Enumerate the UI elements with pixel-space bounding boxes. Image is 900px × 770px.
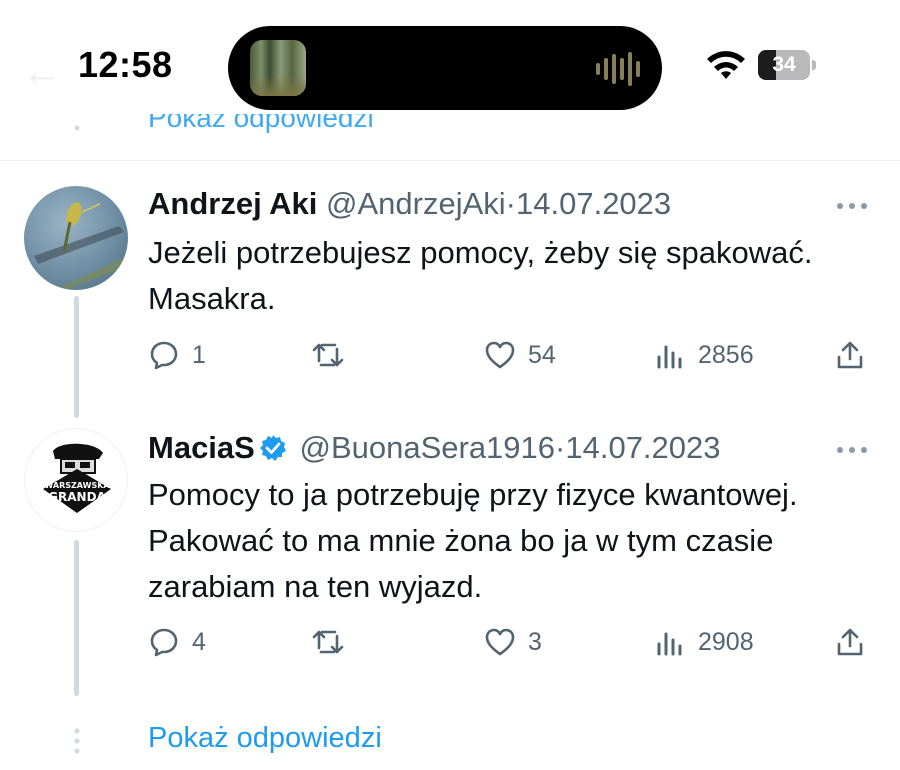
views-icon	[657, 632, 682, 656]
thread-line	[74, 296, 79, 418]
views-button[interactable]: 2908	[654, 622, 754, 662]
retweet-button[interactable]	[312, 335, 356, 375]
thread-line	[74, 540, 79, 696]
retweet-icon	[312, 630, 344, 654]
user-handle[interactable]: @AndrzejAki	[326, 186, 506, 221]
back-arrow-icon[interactable]: ←	[22, 52, 62, 92]
retweet-icon	[312, 343, 344, 367]
view-count: 2908	[698, 627, 754, 656]
more-options-icon[interactable]	[832, 200, 872, 212]
view-count: 2856	[698, 340, 754, 369]
views-icon	[657, 345, 682, 369]
avatar-andrzej-aki[interactable]	[24, 186, 128, 290]
tweet-date[interactable]: 14.07.2023	[516, 186, 671, 221]
divider	[0, 160, 900, 161]
heart-icon	[485, 341, 515, 369]
wifi-icon	[707, 51, 745, 79]
dynamic-island[interactable]	[228, 26, 662, 110]
thread-dots-icon	[74, 728, 80, 754]
status-bar: ← 12:58 34	[0, 0, 900, 112]
avatar-macias[interactable]: WARSZAWSKA GRANDA	[24, 428, 128, 532]
heart-icon	[485, 628, 515, 656]
share-icon	[837, 341, 863, 369]
thread-dots-icon	[74, 125, 80, 131]
battery-level: 34	[772, 53, 796, 76]
reply-count: 4	[192, 627, 206, 656]
retweet-button[interactable]	[312, 622, 356, 662]
now-playing-artwork	[250, 40, 306, 96]
reply-icon	[150, 628, 178, 657]
tweet-text: Pomocy to ja potrzebuję przy fizyce kwan…	[148, 477, 798, 604]
verified-badge-icon	[259, 435, 286, 461]
reply-icon	[150, 341, 178, 370]
tweet-text: Jeżeli potrzebujesz pomocy, żeby się spa…	[148, 235, 813, 316]
tweet-header: MaciaS @BuonaSera1916·14.07.2023	[148, 430, 721, 466]
status-time: 12:58	[78, 44, 173, 85]
show-replies-link[interactable]: Pokaż odpowiedzi	[148, 722, 382, 755]
separator: ·	[555, 430, 566, 465]
share-button[interactable]	[834, 622, 866, 662]
like-count: 54	[528, 340, 556, 369]
tweet-actions: 1 54 2856	[148, 335, 878, 375]
separator: ·	[505, 186, 516, 221]
user-handle[interactable]: @BuonaSera1916	[299, 430, 555, 465]
share-icon	[837, 628, 863, 656]
avatar-text-bottom: GRANDA	[48, 490, 106, 504]
tweet-header: Andrzej Aki @AndrzejAki·14.07.2023	[148, 186, 671, 222]
tweet-actions: 4 3 2908	[148, 622, 878, 662]
like-count: 3	[528, 627, 542, 656]
tweet-date[interactable]: 14.07.2023	[565, 430, 720, 465]
battery-icon: 34	[758, 50, 818, 80]
display-name[interactable]: Andrzej Aki	[148, 186, 317, 221]
share-button[interactable]	[834, 335, 866, 375]
more-options-icon[interactable]	[832, 444, 872, 456]
display-name[interactable]: MaciaS	[148, 430, 255, 465]
views-button[interactable]: 2856	[654, 335, 754, 375]
reply-count: 1	[192, 340, 206, 369]
reply-button[interactable]: 1	[148, 335, 206, 375]
reply-button[interactable]: 4	[148, 622, 206, 662]
like-button[interactable]: 3	[484, 622, 542, 662]
audio-wave-icon	[596, 52, 640, 86]
avatar-text-top: WARSZAWSKA	[44, 481, 110, 490]
like-button[interactable]: 54	[484, 335, 556, 375]
